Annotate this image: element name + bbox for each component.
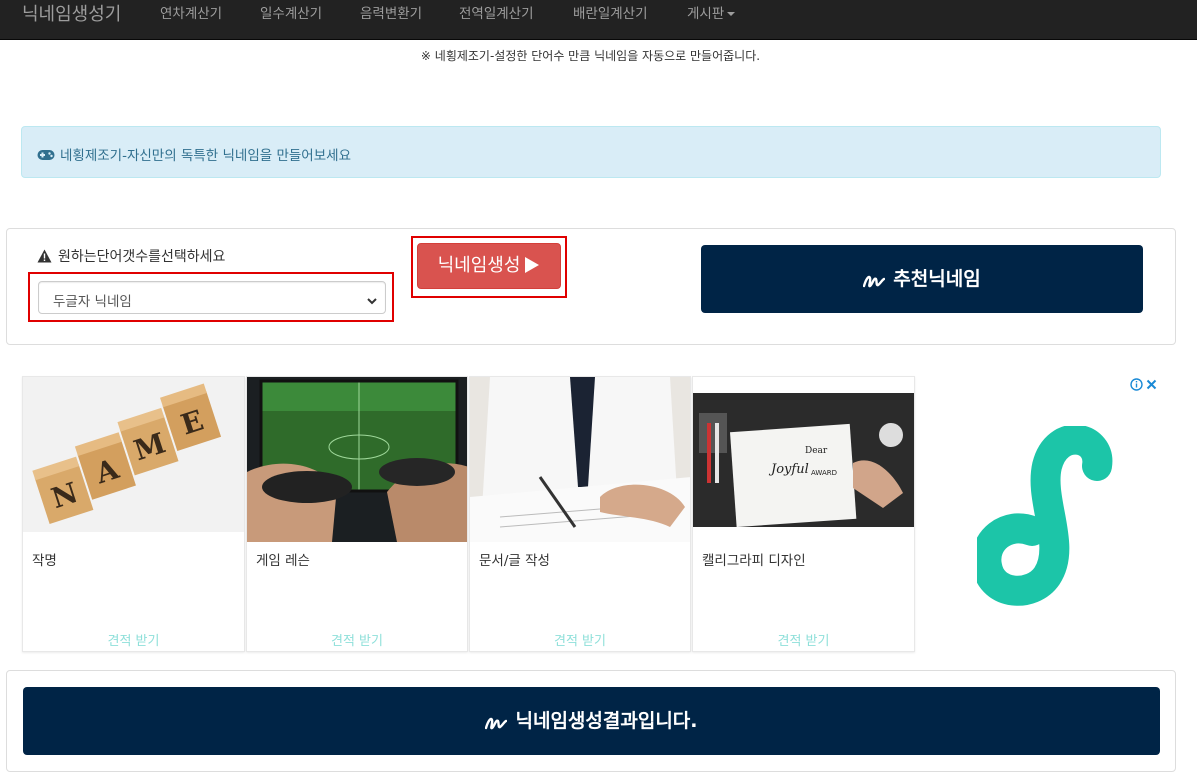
ad-card-document-writing[interactable]: 문서/글 작성 견적 받기 (469, 376, 691, 652)
ad-card-title: 게임 레슨 (256, 553, 310, 569)
select-highlight-frame: 두글자 닉네임 (28, 272, 394, 322)
ad-card-title: 캘리그라피 디자인 (702, 553, 806, 569)
ad-card-cta[interactable]: 견적 받기 (693, 630, 914, 649)
ad-image-name-blocks: N A M E (23, 377, 244, 532)
ad-card-naming[interactable]: N A M E 작명 견적 받기 (22, 376, 245, 652)
top-navbar: 닉네임생성기 연차계산기 일수계산기 음력변환기 전역일계산기 배란일계산기 게… (0, 0, 1197, 40)
info-alert: 네횡제조기-자신만의 독특한 닉네임을 만들어보세요 (21, 126, 1161, 178)
nav-ovulation-calculator[interactable]: 배란일계산기 (573, 6, 648, 22)
ad-card-cta[interactable]: 견적 받기 (23, 630, 244, 649)
alert-text: 네횡제조기-자신만의 독특한 닉네임을 만들어보세요 (60, 148, 351, 164)
result-header-button[interactable]: 닉네임생성결과입니다. (23, 687, 1160, 755)
play-icon (524, 247, 540, 291)
ad-image-gaming (247, 377, 467, 542)
nav-discharge-calculator[interactable]: 전역일계산기 (459, 6, 534, 22)
generator-panel: 원하는단어갯수를선택하세요 두글자 닉네임 닉네임생성 추천닉네임 (6, 228, 1176, 345)
ad-card-game-lesson[interactable]: 게임 레슨 견적 받기 (246, 376, 468, 652)
generate-nickname-button[interactable]: 닉네임생성 (417, 243, 561, 289)
svg-text:AWARD: AWARD (811, 469, 837, 477)
signature-icon (485, 691, 508, 759)
word-count-prompt-text: 원하는단어갯수를선택하세요 (58, 249, 226, 265)
caret-down-icon (727, 12, 736, 16)
recommend-button-label: 추천닉네임 (893, 268, 981, 290)
svg-text:Dear: Dear (805, 446, 828, 456)
ad-info-icon[interactable] (1130, 376, 1143, 395)
recommend-nickname-button[interactable]: 추천닉네임 (701, 245, 1143, 313)
nav-board-dropdown[interactable]: 게시판 (687, 6, 736, 22)
gamepad-icon (37, 146, 55, 165)
generate-button-label: 닉네임생성 (437, 255, 521, 276)
ad-close-icon[interactable] (1145, 376, 1158, 395)
nav-annual-leave-calculator[interactable]: 연차계산기 (160, 6, 222, 22)
svg-text:Joyful: Joyful (768, 462, 809, 477)
ad-image-calligraphy: Joyful Dear AWARD (693, 393, 914, 527)
generate-highlight-frame: 닉네임생성 (411, 236, 567, 298)
brand-link[interactable]: 닉네임생성기 (22, 2, 121, 28)
advertiser-logo-icon (977, 426, 1113, 606)
ad-card-title: 문서/글 작성 (479, 553, 550, 569)
ad-card-title: 작명 (32, 553, 57, 569)
signature-icon (863, 249, 886, 317)
ad-card-calligraphy[interactable]: Joyful Dear AWARD 캘리그라피 디자인 견적 받기 (692, 376, 915, 652)
ad-banner[interactable]: N A M E 작명 견적 받기 게임 레슨 견적 받기 문서/글 작성 견적 … (22, 376, 1161, 655)
select-value: 두글자 닉네임 (53, 294, 132, 310)
chevron-down-icon (366, 292, 378, 311)
word-count-select[interactable]: 두글자 닉네임 (38, 281, 386, 314)
ad-card-cta[interactable]: 견적 받기 (247, 630, 467, 649)
warning-icon (37, 249, 52, 267)
ad-image-writing (470, 377, 690, 542)
nav-board-label: 게시판 (687, 6, 725, 22)
nav-lunar-converter[interactable]: 음력변환기 (360, 6, 422, 22)
word-count-prompt: 원하는단어갯수를선택하세요 (37, 246, 225, 267)
page-notice: ※ 네횡제조기-설정한 단어수 만큼 닉네임을 자동으로 만들어줍니다. (420, 49, 761, 63)
ad-card-cta[interactable]: 견적 받기 (470, 630, 690, 649)
nav-days-calculator[interactable]: 일수계산기 (260, 6, 322, 22)
result-panel: 닉네임생성결과입니다. (6, 670, 1176, 772)
result-label: 닉네임생성결과입니다. (515, 710, 698, 732)
